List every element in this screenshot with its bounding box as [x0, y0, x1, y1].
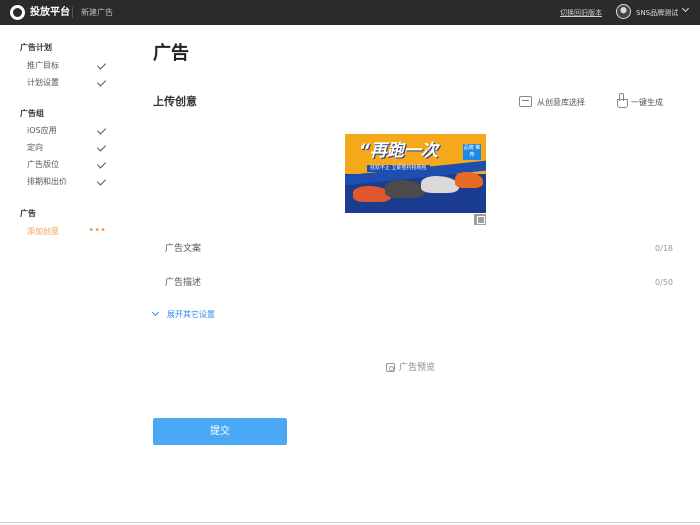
- sidebar-item-plan-settings[interactable]: 计划设置: [20, 76, 110, 90]
- banner-headline: “再跑一次: [359, 141, 438, 161]
- breadcrumb: 新建广告: [81, 8, 113, 17]
- check-icon: [96, 159, 107, 169]
- ad-preview-label: 广告预览: [399, 363, 436, 373]
- check-icon: [96, 77, 107, 87]
- user-name[interactable]: SNS品牌测试: [636, 8, 678, 18]
- hand-pointer-icon: [617, 93, 628, 108]
- top-bar: 投放平台 新建广告 切换回旧版本 SNS品牌测试: [0, 0, 700, 25]
- sidebar-item-label: iOS应用: [27, 126, 57, 135]
- shoe-image: [385, 180, 425, 198]
- library-box-icon: [519, 96, 532, 107]
- check-icon: [96, 125, 107, 135]
- submit-button[interactable]: 提交: [153, 418, 287, 445]
- sidebar-item-label: 广告版位: [27, 160, 59, 169]
- sidebar-section-title: 广告: [20, 209, 36, 218]
- main-content: 广告 上传创意 从创意库选择 一键生成 “再跑一次 品牌 推荐 狂欢不止 立即签…: [125, 25, 700, 525]
- shoe-image: [455, 172, 483, 188]
- brand-title[interactable]: 投放平台: [30, 6, 70, 19]
- shoe-image: [421, 176, 459, 193]
- chevron-down-icon: [151, 308, 160, 317]
- avatar[interactable]: [616, 4, 631, 19]
- sidebar-item-add-creative[interactable]: 添加创意 •••: [20, 225, 110, 239]
- sidebar-item-placement[interactable]: 广告版位: [20, 158, 110, 172]
- ad-description-counter: 0/50: [655, 278, 673, 287]
- check-icon: [96, 176, 107, 186]
- section-heading: 上传创意: [153, 95, 197, 108]
- check-icon: [96, 142, 107, 152]
- bottom-border: [0, 522, 700, 523]
- sidebar-item-label: 添加创意: [27, 227, 59, 236]
- submit-label: 提交: [210, 426, 230, 437]
- sidebar-section-title: 广告计划: [20, 43, 52, 52]
- sidebar-item-ios-app[interactable]: iOS应用: [20, 124, 110, 138]
- sidebar-item-label: 计划设置: [27, 78, 59, 87]
- sidebar-item-schedule-bid[interactable]: 排期和出价: [20, 175, 110, 189]
- switch-version-link[interactable]: 切换回旧版本: [560, 8, 602, 18]
- ad-copy-counter: 0/18: [655, 244, 673, 253]
- check-icon: [96, 60, 107, 70]
- sidebar-item-targeting[interactable]: 定向: [20, 141, 110, 155]
- banner-subline: 狂欢不止 立即签约抢购包: [367, 165, 430, 172]
- crop-icon[interactable]: [474, 214, 486, 225]
- sidebar-item-label: 推广目标: [27, 61, 59, 70]
- banner-badge: 品牌 推荐: [463, 144, 481, 160]
- page-title: 广告: [153, 43, 189, 64]
- preview-icon: [386, 363, 395, 372]
- ad-copy-field[interactable]: 广告文案 0/18: [153, 240, 673, 258]
- sidebar: 广告计划 推广目标 计划设置 广告组 iOS应用 定向 广告版位 排期和出价 广…: [0, 25, 125, 525]
- chevron-down-icon[interactable]: [681, 4, 690, 13]
- expand-settings-label: 展开其它设置: [167, 310, 215, 319]
- ad-copy-label: 广告文案: [165, 244, 202, 254]
- ad-description-field[interactable]: 广告描述 0/50: [153, 274, 673, 292]
- sidebar-item-label: 排期和出价: [27, 177, 67, 186]
- more-dots-icon: •••: [88, 225, 106, 236]
- sidebar-item-label: 定向: [27, 143, 43, 152]
- ad-description-label: 广告描述: [165, 278, 202, 288]
- logo-icon[interactable]: [10, 5, 25, 20]
- creative-image[interactable]: “再跑一次 品牌 推荐 狂欢不止 立即签约抢购包: [345, 134, 486, 213]
- sidebar-section-title: 广告组: [20, 109, 44, 118]
- header-divider: [72, 7, 73, 18]
- sidebar-item-promotion-goal[interactable]: 推广目标: [20, 59, 110, 73]
- creative-library-label: 从创意库选择: [537, 98, 585, 107]
- one-click-generate-label: 一键生成: [631, 98, 663, 107]
